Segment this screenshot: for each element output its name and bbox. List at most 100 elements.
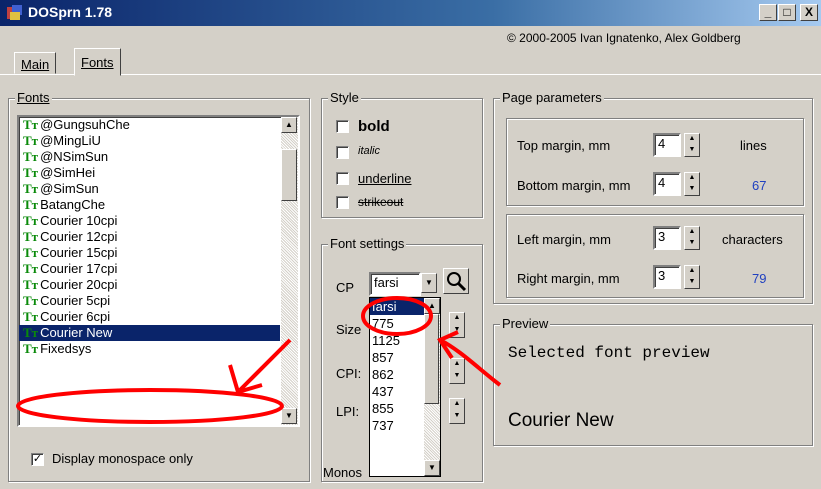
cp-option[interactable]: 737 [370, 417, 424, 434]
window-title: DOSprn 1.78 [28, 4, 113, 20]
top-margin-label: Top margin, mm [517, 138, 611, 153]
search-button[interactable] [443, 268, 469, 294]
bottom-margin-spinner[interactable]: ▲ ▼ [684, 172, 700, 196]
right-margin-value: 3 [658, 268, 666, 283]
scroll-up-icon[interactable]: ▲ [281, 117, 297, 133]
right-margin-input[interactable]: 3 [653, 265, 681, 289]
font-list-item-label: Fixedsys [40, 341, 92, 356]
truetype-icon: Tт [23, 325, 39, 340]
cp-option[interactable]: 775 [370, 315, 424, 332]
font-list-item[interactable]: Tт Courier 10cpi [19, 213, 280, 229]
font-list-item-label: Courier 15cpi [40, 245, 118, 260]
scroll-down-icon[interactable]: ▼ [281, 408, 297, 424]
strikeout-checkbox[interactable] [336, 196, 349, 209]
truetype-icon: Tт [23, 309, 39, 324]
copyright-text: © 2000-2005 Ivan Ignatenko, Alex Goldber… [507, 31, 741, 45]
monospace-only-label: Display monospace only [52, 451, 193, 466]
top-margin-input[interactable]: 4 [653, 133, 681, 157]
right-margin-spinner[interactable]: ▲ ▼ [684, 265, 700, 289]
font-list-item[interactable]: Tт Courier 12cpi [19, 229, 280, 245]
font-list-item[interactable]: Tт Courier 5cpi [19, 293, 280, 309]
font-list-scrollbar[interactable]: ▲ ▼ [281, 117, 298, 425]
cp-option[interactable]: 437 [370, 383, 424, 400]
cp-option[interactable]: 1125 [370, 332, 424, 349]
preview-label: Preview [500, 316, 551, 331]
cp-dropdown-scrollbar[interactable]: ▲ ▼ [424, 298, 440, 476]
font-list-item[interactable]: Tт @SimHei [19, 165, 280, 181]
style-group-label: Style [328, 90, 361, 105]
bold-label: bold [358, 118, 390, 135]
italic-label: italic [358, 145, 381, 157]
monospace-only-checkbox[interactable]: ✓ [31, 453, 44, 466]
scroll-thumb[interactable] [281, 149, 297, 201]
left-margin-label: Left margin, mm [517, 232, 611, 247]
truetype-icon: Tт [23, 245, 39, 260]
truetype-icon: Tт [23, 149, 39, 164]
truetype-icon: Tт [23, 261, 39, 276]
minimize-button[interactable]: _ [759, 4, 777, 21]
tab-main[interactable]: Main [14, 52, 57, 74]
italic-checkbox[interactable] [336, 146, 349, 159]
cpi-spinner[interactable]: ▲ ▼ [449, 358, 465, 384]
font-list-item[interactable]: Tт Courier 17cpi [19, 261, 280, 277]
title-bar: DOSprn 1.78 _ □ X [0, 0, 821, 26]
page-parameters-label: Page parameters [500, 90, 604, 105]
font-list-item[interactable]: Tт Courier 15cpi [19, 245, 280, 261]
cp-dropdown-icon[interactable]: ▼ [421, 273, 437, 293]
size-label: Size [336, 322, 362, 337]
font-list-item[interactable]: Tт @GungsuhChe [19, 117, 280, 133]
cp-option[interactable]: 862 [370, 366, 424, 383]
font-list-item[interactable]: Tт BatangChe [19, 197, 280, 213]
tab-divider [0, 74, 821, 75]
top-margin-value: 4 [658, 136, 666, 151]
font-list-item-label: @GungsuhChe [40, 117, 130, 132]
cp-dropdown-list[interactable]: farsi 775 1125 857 862 437 855 737 ▲ ▼ [369, 297, 441, 477]
font-list-item-label: @MingLiU [40, 133, 101, 148]
tab-fonts[interactable]: Fonts [74, 48, 121, 76]
cp-option[interactable]: 857 [370, 349, 424, 366]
preview-font-name: Courier New [508, 410, 614, 431]
underline-checkbox[interactable] [336, 172, 349, 185]
top-margin-spinner[interactable]: ▲ ▼ [684, 133, 700, 157]
preview-sample-text: Selected font preview [508, 344, 710, 362]
cp-scroll-up-icon[interactable]: ▲ [424, 298, 440, 314]
font-list-item[interactable]: Tт Courier 6cpi [19, 309, 280, 325]
cp-value: farsi [374, 275, 399, 290]
lines-label: lines [740, 138, 767, 153]
font-list-item-label: BatangChe [40, 197, 106, 212]
truetype-icon: Tт [23, 165, 39, 180]
font-list-item[interactable]: Tт Courier 20cpi [19, 277, 280, 293]
size-spinner[interactable]: ▲ ▼ [449, 312, 465, 338]
lines-value: 67 [752, 178, 767, 193]
characters-value: 79 [752, 271, 767, 286]
truetype-icon: Tт [23, 197, 39, 212]
maximize-button[interactable]: □ [778, 4, 796, 21]
truetype-icon: Tт [23, 293, 39, 308]
font-list-item[interactable]: Tт @SimSun [19, 181, 280, 197]
font-list-item-label: Courier 20cpi [40, 277, 118, 292]
cp-option[interactable]: 855 [370, 400, 424, 417]
cp-scroll-thumb[interactable] [424, 314, 439, 404]
left-margin-spinner[interactable]: ▲ ▼ [684, 226, 700, 250]
truetype-icon: Tт [23, 213, 39, 228]
font-list-item-label: @NSimSun [40, 149, 109, 164]
font-settings-label: Font settings [328, 236, 407, 251]
cp-option[interactable]: farsi [370, 298, 424, 315]
lpi-spinner[interactable]: ▲ ▼ [449, 398, 465, 424]
cp-scroll-down-icon[interactable]: ▼ [424, 460, 440, 476]
truetype-icon: Tт [23, 117, 39, 132]
font-list[interactable]: Tт @GungsuhChe Tт @MingLiU Tт @NSimSun Tт @SimH… [17, 115, 300, 427]
font-list-item[interactable]: Tт Courier New [19, 325, 280, 341]
close-button[interactable]: X [800, 4, 818, 21]
bottom-margin-label: Bottom margin, mm [517, 178, 631, 193]
font-list-item[interactable]: Tт Fixedsys [19, 341, 280, 357]
left-margin-input[interactable]: 3 [653, 226, 681, 250]
fonts-group-label: Fonts [15, 90, 52, 105]
font-list-item[interactable]: Tт @NSimSun [19, 149, 280, 165]
right-margin-label: Right margin, mm [517, 271, 620, 286]
cp-combobox[interactable]: farsi [369, 272, 421, 296]
bottom-margin-input[interactable]: 4 [653, 172, 681, 196]
font-list-item[interactable]: Tт @MingLiU [19, 133, 280, 149]
app-icon [6, 4, 24, 22]
bold-checkbox[interactable] [336, 120, 349, 133]
